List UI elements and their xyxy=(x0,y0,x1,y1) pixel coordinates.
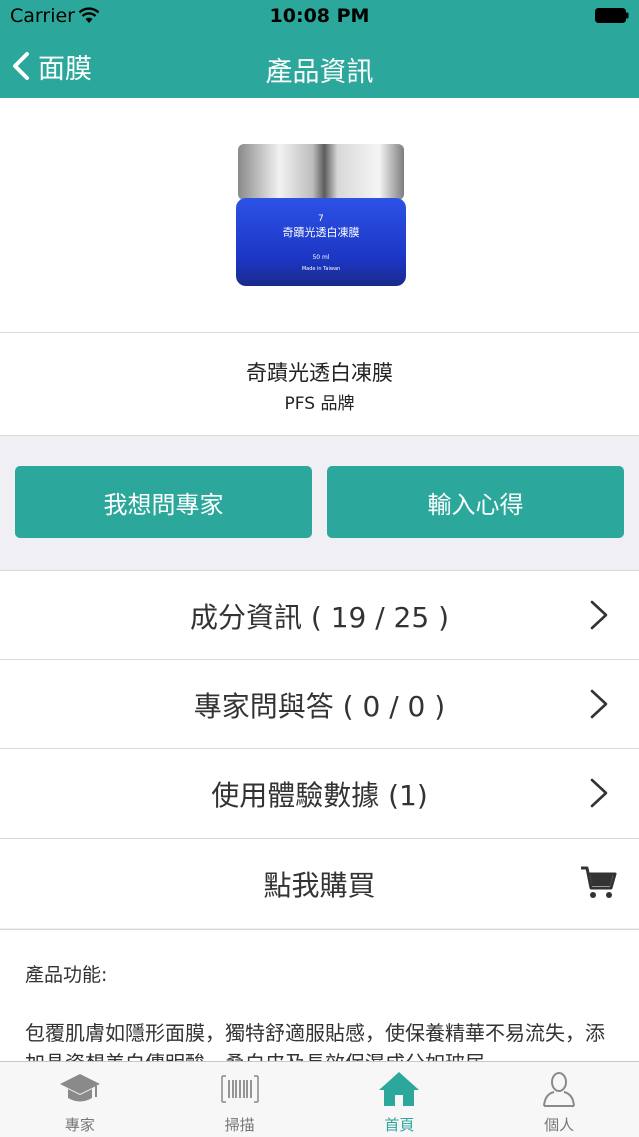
expert-qa-row[interactable]: 專家問與答 ( 0 / 0 ) xyxy=(0,659,639,749)
person-icon xyxy=(543,1072,576,1107)
tab-profile[interactable]: 個人 xyxy=(479,1062,639,1137)
page-title: 產品資訊 xyxy=(265,57,374,88)
tab-home[interactable]: 首頁 xyxy=(320,1062,480,1137)
usage-data-row[interactable]: 使用體驗數據 (1) xyxy=(0,748,639,838)
barcode-icon xyxy=(220,1075,259,1103)
jar-volume: 50 ml xyxy=(312,254,329,261)
home-icon xyxy=(379,1072,420,1106)
product-description: 產品功能: 包覆肌膚如隱形面膜，獨特舒適服貼感，使保養精華不易流失，添加晶瓷想美… xyxy=(0,929,639,1062)
ask-expert-button[interactable]: 我想問專家 xyxy=(15,466,312,538)
description-label: 產品功能: xyxy=(25,964,108,986)
product-info: 奇蹟光透白凍膜 PFS 品牌 xyxy=(0,333,639,436)
status-bar: Carrier 10:08 PM xyxy=(0,0,639,34)
description-text: 包覆肌膚如隱形面膜，獨特舒適服貼感，使保養精華不易流失，添加晶瓷想美白傳明酸、桑… xyxy=(25,1021,605,1062)
shopping-cart-icon xyxy=(581,866,617,898)
jar-origin: Made in Taiwan xyxy=(302,266,340,272)
jar-label: 奇蹟光透白凍膜 xyxy=(283,225,360,239)
jar-number: 7 xyxy=(318,214,324,224)
buy-label: 點我購買 xyxy=(263,868,376,902)
navigation-bar: 面膜 產品資訊 xyxy=(0,34,639,98)
tab-scan-label: 掃描 xyxy=(224,1116,255,1134)
tab-expert-label: 專家 xyxy=(64,1116,95,1134)
clock: 10:08 PM xyxy=(269,5,370,27)
product-image: 7 奇蹟光透白凍膜 50 ml Made in Taiwan xyxy=(236,144,406,286)
usage-data-label: 使用體驗數據 (1) xyxy=(211,778,428,812)
graduation-cap-icon xyxy=(59,1074,100,1102)
tab-bar: 專家 掃描 首頁 個人 xyxy=(0,1061,639,1137)
tab-profile-label: 個人 xyxy=(544,1116,575,1134)
chevron-right-icon xyxy=(590,600,608,630)
tab-expert[interactable]: 專家 xyxy=(0,1062,160,1137)
buy-row[interactable]: 點我購買 xyxy=(0,838,639,928)
product-brand: PFS 品牌 xyxy=(284,394,355,414)
ingredients-row[interactable]: 成分資訊 ( 19 / 25 ) xyxy=(0,570,639,660)
expert-qa-label: 專家問與答 ( 0 / 0 ) xyxy=(193,689,446,723)
back-button[interactable]: 面膜 xyxy=(10,47,92,85)
tab-scan[interactable]: 掃描 xyxy=(160,1062,320,1137)
enter-review-button[interactable]: 輸入心得 xyxy=(327,466,624,538)
tab-home-label: 首頁 xyxy=(384,1116,415,1134)
chevron-right-icon xyxy=(590,778,608,808)
chevron-right-icon xyxy=(590,689,608,719)
ingredients-label: 成分資訊 ( 19 / 25 ) xyxy=(189,600,450,634)
back-label: 面膜 xyxy=(38,53,92,85)
product-name: 奇蹟光透白凍膜 xyxy=(246,361,393,385)
battery-icon xyxy=(595,8,629,23)
chevron-left-icon xyxy=(13,52,29,80)
product-image-area: 7 奇蹟光透白凍膜 50 ml Made in Taiwan xyxy=(0,98,639,333)
